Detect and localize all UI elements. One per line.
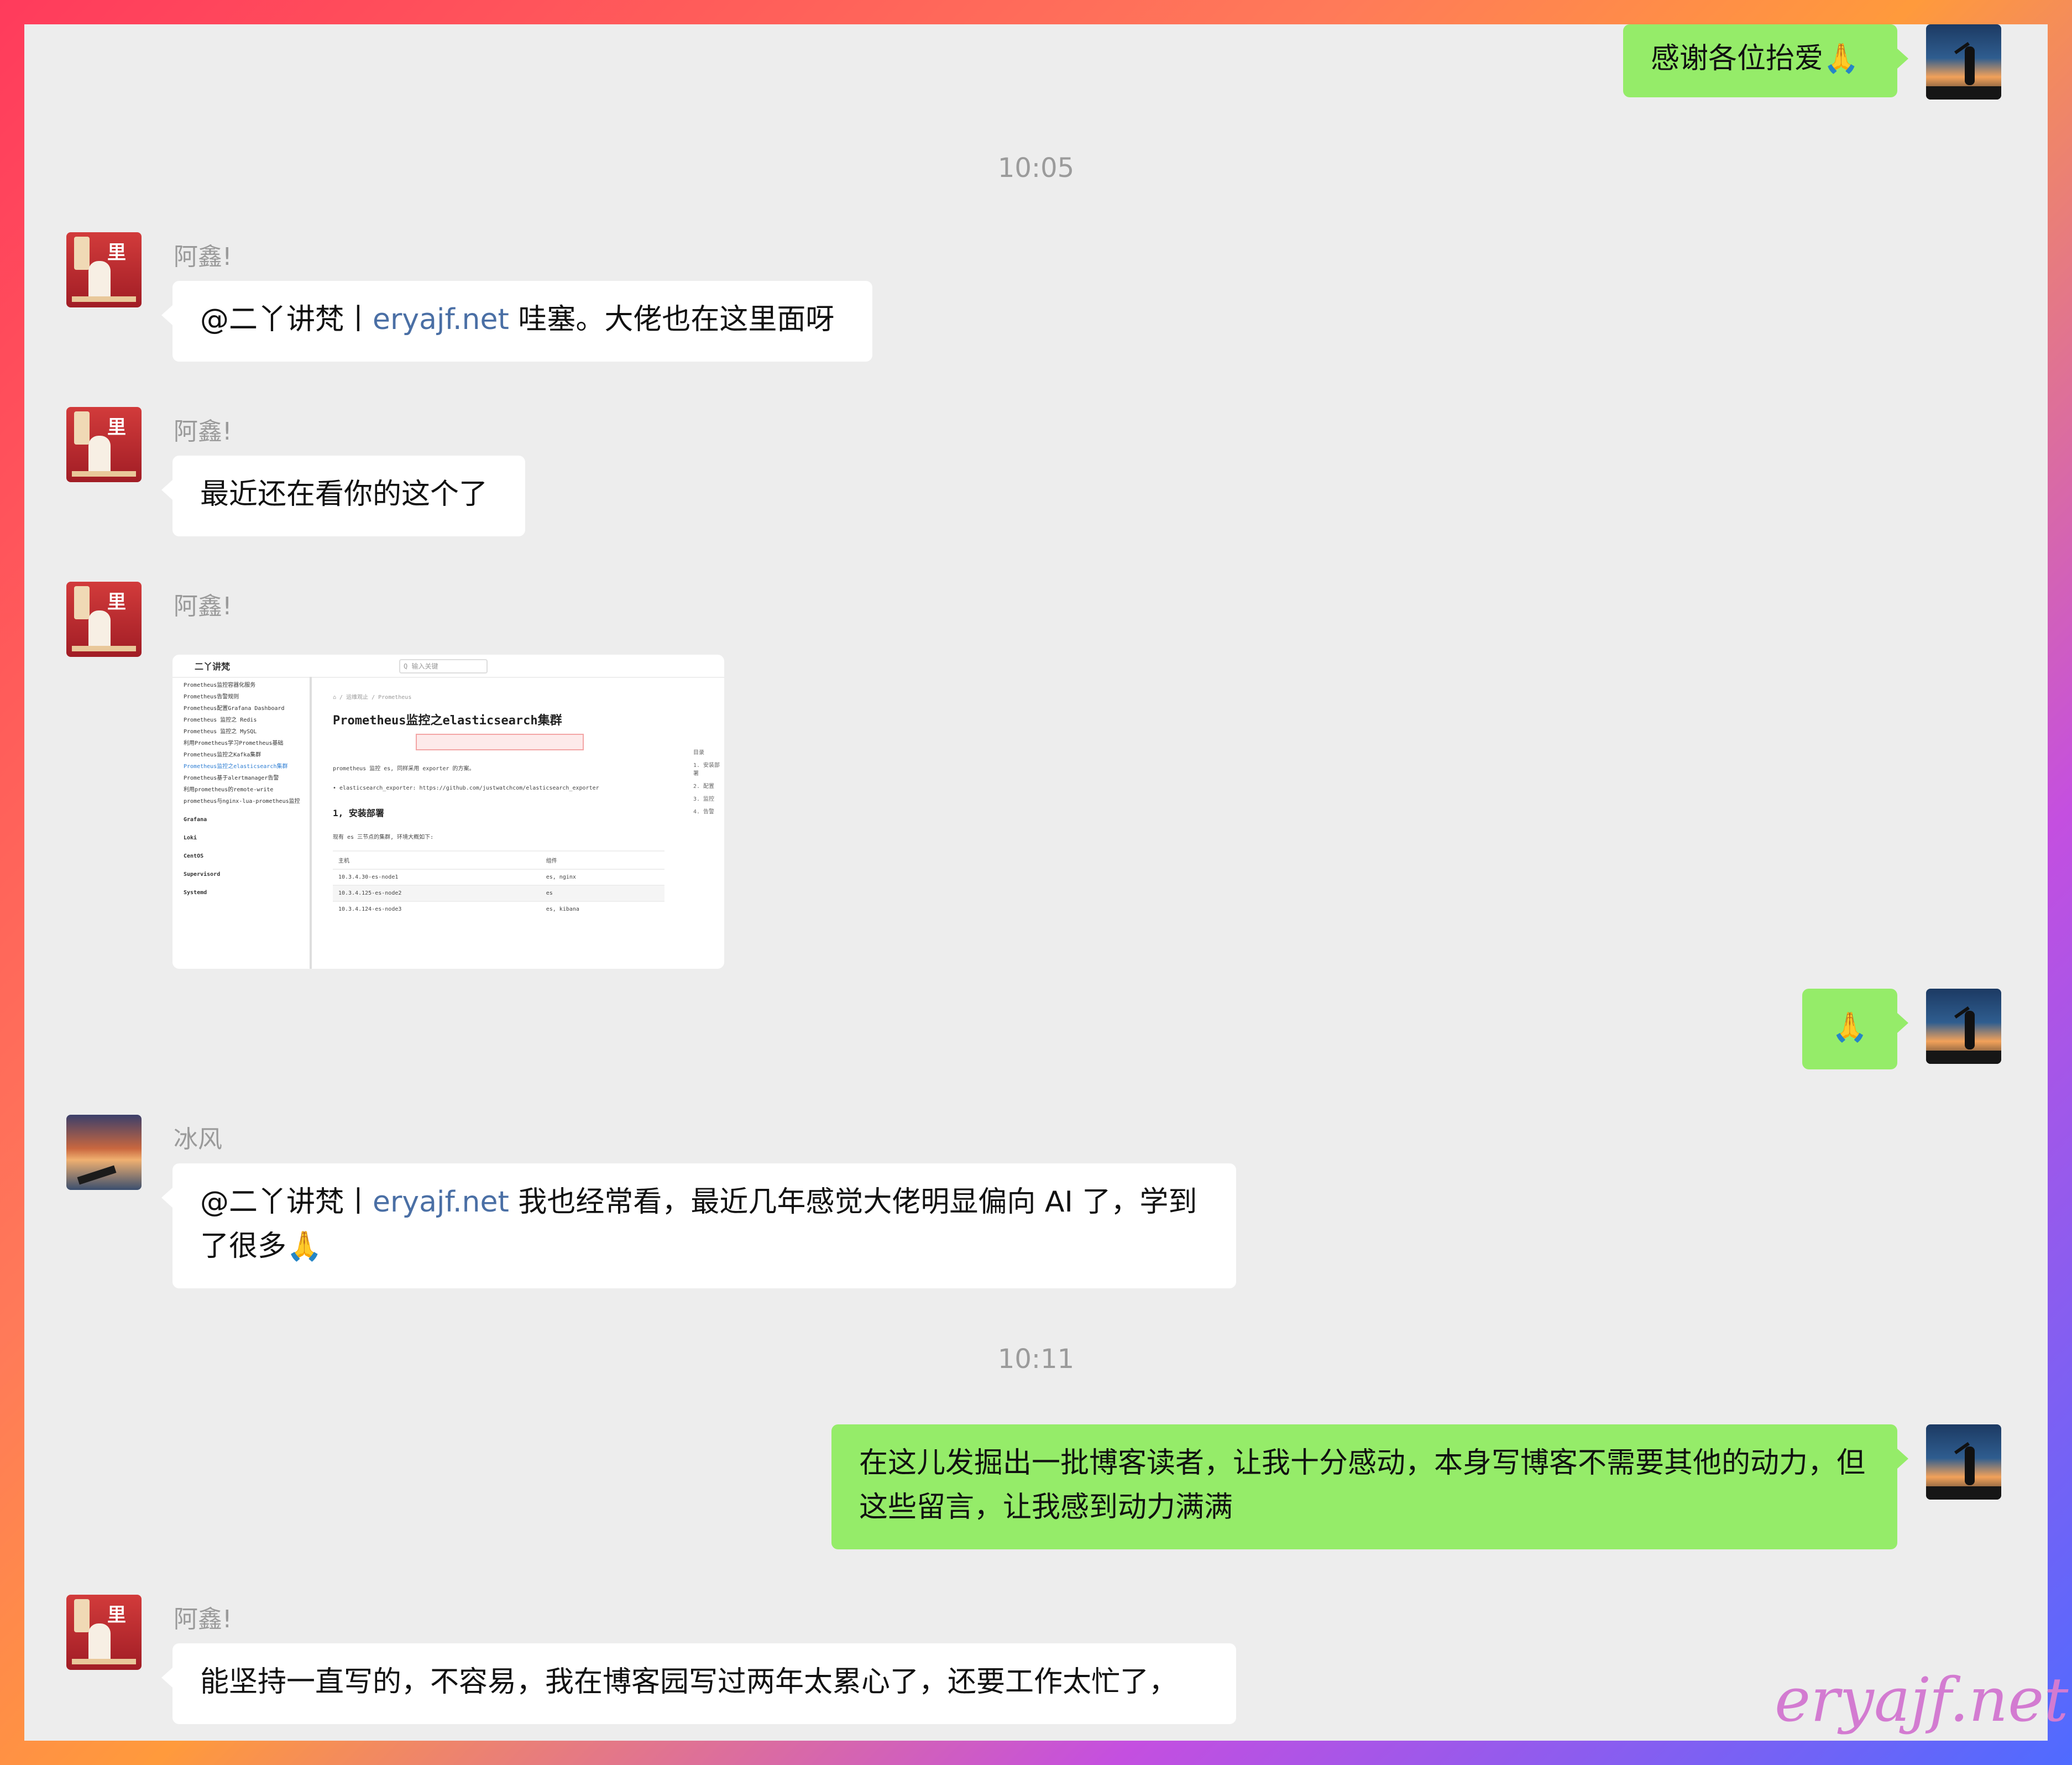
avatar-self[interactable] [1926, 989, 2001, 1064]
avatar-axin[interactable]: 里 [66, 582, 142, 657]
mention: @二丫讲梵丨 [200, 1186, 373, 1219]
message-bubble-incoming[interactable]: @二丫讲梵丨eryajf.net 我也经常看，最近几年感觉大佬明显偏向 AI 了… [161, 1163, 1236, 1288]
screenshot-content: ⌂ / 运维观止 / Prometheus Prometheus监控之elast… [333, 677, 692, 969]
screenshot-brand: 二丫讲梵 [195, 661, 231, 672]
sender-name: 阿鑫! [174, 417, 232, 446]
link-eryajf[interactable]: eryajf.net [373, 303, 509, 336]
sender-name: 阿鑫! [174, 243, 232, 271]
timestamp: 10:05 [997, 153, 1075, 184]
timestamp: 10:11 [997, 1344, 1075, 1375]
message-bubble-outgoing[interactable]: 在这儿发掘出一批博客读者，让我十分感动，本身写博客不需要其他的动力，但这些留言，… [831, 1424, 1908, 1549]
screenshot-topbar: 二丫讲梵 Q 输入关键 [172, 655, 724, 678]
watermark: eryajf.net [1775, 1664, 2069, 1735]
message-bubble-incoming[interactable]: 能坚持一直写的，不容易，我在博客园写过两年太累心了，还要工作太忙了， [161, 1643, 1236, 1724]
avatar-self[interactable] [1926, 1424, 2001, 1500]
avatar-axin[interactable]: 里 [66, 407, 142, 482]
link-eryajf[interactable]: eryajf.net [373, 1186, 509, 1219]
sender-name: 冰风 [174, 1125, 222, 1153]
message-text: 哇塞。大佬也在这里面呀 [509, 303, 835, 336]
avatar-self[interactable] [1926, 24, 2001, 100]
message-bubble-outgoing[interactable]: 感谢各位抬爱🙏 [1623, 24, 1908, 97]
avatar-axin[interactable]: 里 [66, 1595, 142, 1670]
mention: @二丫讲梵丨 [200, 303, 373, 336]
sender-name: 阿鑫! [174, 592, 232, 620]
message-bubble-incoming[interactable]: 最近还在看你的这个了 [161, 456, 525, 536]
message-bubble-incoming[interactable]: @二丫讲梵丨eryajf.net 哇塞。大佬也在这里面呀 [161, 281, 872, 362]
avatar-axin[interactable]: 里 [66, 232, 142, 307]
screenshot-sidebar: Prometheus监控容器化服务 Prometheus告警规则 Prometh… [172, 677, 312, 969]
screenshot-search: Q 输入关键 [399, 659, 488, 673]
image-message[interactable]: 二丫讲梵 Q 输入关键 Prometheus监控容器化服务 Prometheus… [172, 655, 724, 969]
chat-window: 感谢各位抬爱🙏 10:05 里 阿鑫! @二丫讲梵丨eryajf.net 哇塞。… [24, 24, 2048, 1741]
message-bubble-outgoing[interactable]: 🙏 [1802, 989, 1908, 1069]
screenshot-toc: 目录 1. 安装部署 2. 配置 3. 监控 4. 告警 [693, 750, 720, 815]
avatar-bingfeng[interactable] [66, 1115, 142, 1190]
sender-name: 阿鑫! [174, 1605, 232, 1633]
